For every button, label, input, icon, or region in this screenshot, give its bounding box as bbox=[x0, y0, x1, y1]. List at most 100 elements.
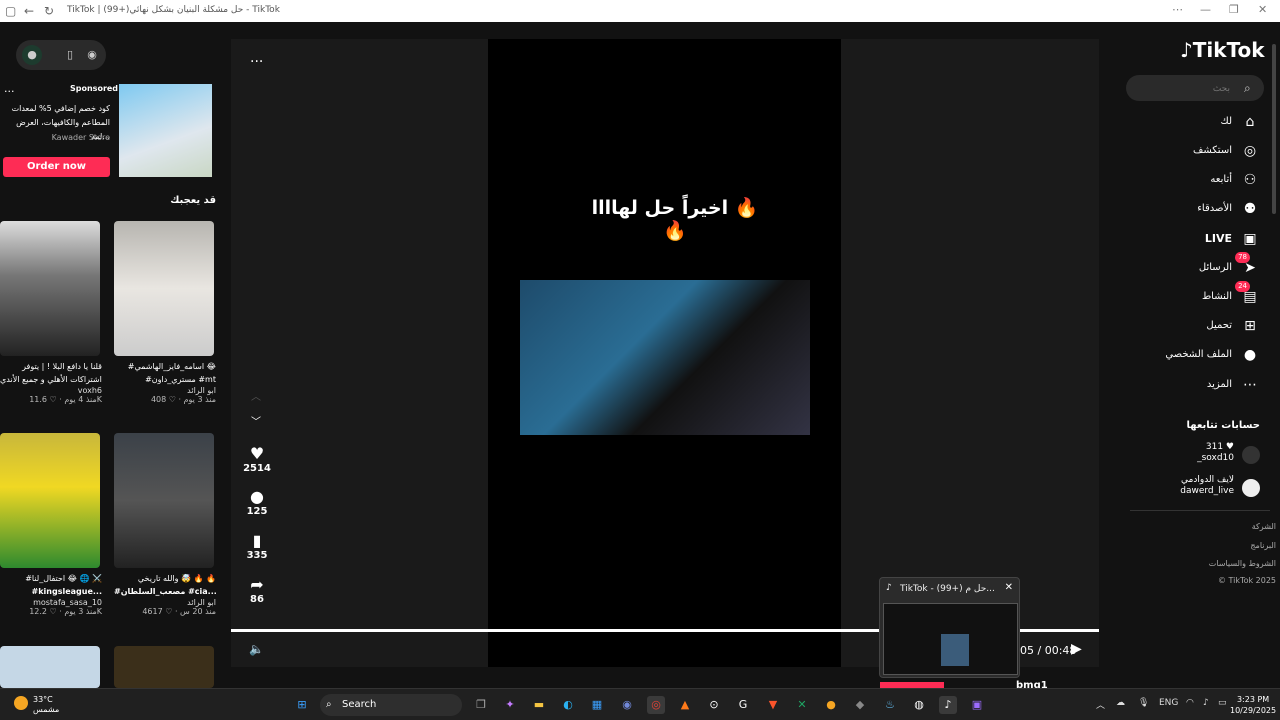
search-icon[interactable]: ⌕ bbox=[1244, 81, 1251, 96]
nav-item[interactable]: استكشف ◎ bbox=[1130, 141, 1260, 161]
heart-icon: ♥ bbox=[249, 444, 265, 463]
chevron-down-icon[interactable]: ﹀ bbox=[251, 413, 261, 428]
share-button[interactable]: ➦ 86 bbox=[240, 575, 274, 605]
ad-store[interactable]: Kawader Store bbox=[20, 133, 110, 142]
taskbar-search[interactable]: ⌕ Search bbox=[320, 694, 462, 716]
video-thumbnail[interactable] bbox=[0, 221, 100, 356]
compass-small-icon[interactable]: ◉ bbox=[82, 45, 102, 65]
sidebar-toggle-icon[interactable]: ▢ bbox=[5, 4, 16, 18]
list-item[interactable]: #احتفال_لنا 😂 🌐 ⚔️ #kingsleague... mosta… bbox=[0, 433, 102, 616]
reload-icon[interactable]: ↻ bbox=[44, 4, 54, 18]
task-view-icon[interactable]: ❐ bbox=[472, 696, 490, 714]
list-item[interactable]: #اسامه_فايز_الهاشمي 😂 #مستري_داون #mt اب… bbox=[114, 221, 216, 404]
nav-item[interactable]: LIVE ▣ bbox=[1130, 229, 1260, 249]
mic-icon[interactable]: 🎙 bbox=[1138, 698, 1149, 708]
minimize-button[interactable]: — bbox=[1200, 3, 1211, 16]
comment-button[interactable]: ● 125 bbox=[240, 487, 274, 517]
card-caption: #kingsleague... bbox=[31, 587, 102, 596]
ad-image[interactable] bbox=[119, 84, 212, 177]
nav-item[interactable]: الملف الشخصي ● bbox=[1130, 345, 1260, 365]
video-thumbnail[interactable] bbox=[114, 433, 214, 568]
footer-link[interactable]: البرنامج bbox=[1170, 541, 1276, 550]
app-icon[interactable]: ◍ bbox=[910, 696, 928, 714]
chevron-up-icon[interactable]: ︿ bbox=[1096, 698, 1105, 711]
app-icon[interactable]: ⊙ bbox=[705, 696, 723, 714]
nav-item[interactable]: تحميل ⊞ bbox=[1130, 316, 1260, 336]
copilot-icon[interactable]: ✦ bbox=[501, 696, 519, 714]
wifi-icon[interactable]: ◠ bbox=[1186, 698, 1194, 708]
taskbar-preview[interactable]: ♪ TikTok - (99+) حل م... ✕ bbox=[879, 577, 1020, 678]
app-icon[interactable]: ● bbox=[822, 696, 840, 714]
following-account[interactable]: لايف الدوادمي dawerd_live bbox=[1140, 475, 1260, 497]
video-more-icon[interactable]: ... bbox=[250, 50, 263, 66]
video-thumbnail[interactable] bbox=[114, 221, 214, 356]
windows-start-icon[interactable]: ⊞ bbox=[293, 696, 311, 714]
nav-item[interactable]: المزيد ⋯ bbox=[1130, 375, 1260, 395]
brave-icon[interactable]: ▼ bbox=[764, 696, 782, 714]
nav-item[interactable]: أتابعه ⚇ bbox=[1130, 170, 1260, 190]
more-icon[interactable]: ⋯ bbox=[1172, 3, 1183, 16]
card-user[interactable]: voxh6 bbox=[0, 386, 102, 395]
avatar bbox=[1242, 446, 1260, 464]
tiktok-logo[interactable]: ♪TikTok bbox=[1180, 38, 1265, 62]
volume-icon[interactable]: ♪ bbox=[1203, 698, 1209, 708]
list-item[interactable]: والله تاريخي 🤯 🔥 🔥 #مصعب_السلطان #cia...… bbox=[114, 433, 216, 616]
profile-avatar-icon[interactable]: ● bbox=[22, 45, 42, 65]
scrollbar[interactable] bbox=[1272, 44, 1276, 214]
tray-icon[interactable]: ☁ bbox=[1116, 698, 1125, 708]
nav-label: المزيد bbox=[1206, 379, 1232, 390]
footer-link[interactable]: الشروط والسياسات bbox=[1170, 559, 1276, 568]
nav-badge: 24 bbox=[1235, 281, 1250, 292]
ad-more-icon[interactable]: ... bbox=[4, 82, 15, 95]
app-icon[interactable]: ◆ bbox=[851, 696, 869, 714]
card-user[interactable]: mostafa_sasa_10 bbox=[0, 598, 102, 607]
steam-icon[interactable]: ♨ bbox=[881, 696, 899, 714]
video-thumbnail[interactable] bbox=[114, 646, 214, 688]
weather-temp: 33°C bbox=[33, 695, 53, 704]
copyright: © TikTok 2025 bbox=[1218, 576, 1276, 585]
following-account[interactable]: 311 ♥ _soxd10 bbox=[1140, 442, 1260, 464]
preview-thumbnail[interactable] bbox=[883, 603, 1018, 675]
video-thumbnail[interactable] bbox=[0, 646, 100, 688]
tiktok-logo-icon: ♪ bbox=[1180, 38, 1193, 62]
app-icon[interactable]: ✕ bbox=[793, 696, 811, 714]
preview-close-icon[interactable]: ✕ bbox=[1005, 582, 1013, 593]
sponsored-label: Sponsored bbox=[70, 84, 119, 93]
battery-icon[interactable]: ▭ bbox=[1218, 698, 1227, 708]
clock[interactable]: 3:23 PM 10/29/2025 bbox=[1230, 694, 1276, 716]
nav-item[interactable]: الأصدقاء ⚉ bbox=[1130, 199, 1260, 219]
discord-icon[interactable]: ◉ bbox=[618, 696, 636, 714]
nav-item[interactable]: لك ⌂ bbox=[1130, 112, 1260, 132]
edge-icon[interactable]: ◐ bbox=[559, 696, 577, 714]
card-user[interactable]: ابو الرائد bbox=[114, 386, 216, 395]
card-user[interactable]: ابو الرائد bbox=[114, 598, 216, 607]
like-button[interactable]: ♥ 2514 bbox=[240, 444, 274, 474]
device-icon[interactable]: ▯ bbox=[60, 45, 80, 65]
chevron-up-icon[interactable]: ︿ bbox=[251, 388, 261, 403]
card-caption: والله تاريخي 🤯 🔥 🔥 bbox=[137, 574, 216, 583]
footer-link[interactable]: الشركة bbox=[1170, 522, 1276, 531]
back-icon[interactable]: ← bbox=[24, 4, 34, 18]
maximize-button[interactable]: ❐ bbox=[1229, 3, 1239, 16]
close-button[interactable]: ✕ bbox=[1258, 3, 1267, 16]
share-count: 86 bbox=[250, 594, 264, 605]
volume-icon[interactable]: 🔈 bbox=[249, 642, 264, 656]
video-thumbnail[interactable] bbox=[0, 433, 100, 568]
store-icon[interactable]: ▦ bbox=[588, 696, 606, 714]
play-icon[interactable]: ▶ bbox=[1071, 641, 1082, 657]
order-now-button[interactable]: Order now bbox=[3, 157, 110, 177]
nav-item[interactable]: الرسائل ➤ 78 bbox=[1130, 252, 1260, 278]
language-indicator[interactable]: ENG bbox=[1159, 698, 1178, 708]
list-item[interactable]: قلنا يا دافع البلا ! | يتوفر اشتراكات ال… bbox=[0, 221, 102, 404]
tiktok-taskbar-icon[interactable]: ♪ bbox=[939, 696, 957, 714]
save-button[interactable]: ▮ 335 bbox=[240, 531, 274, 561]
app-icon[interactable]: ▲ bbox=[676, 696, 694, 714]
file-explorer-icon[interactable]: ▬ bbox=[530, 696, 548, 714]
nav-item[interactable]: النشاط ▤ 24 bbox=[1130, 281, 1260, 307]
card-caption: اشتراكات الأهلي و جميع الأندي... bbox=[0, 375, 102, 384]
more-icon: ⋯ bbox=[1243, 377, 1257, 393]
chrome-icon[interactable]: ◎ bbox=[647, 696, 665, 714]
video-frame[interactable] bbox=[520, 280, 810, 435]
app-icon[interactable]: G bbox=[734, 696, 752, 714]
app-icon[interactable]: ▣ bbox=[968, 696, 986, 714]
